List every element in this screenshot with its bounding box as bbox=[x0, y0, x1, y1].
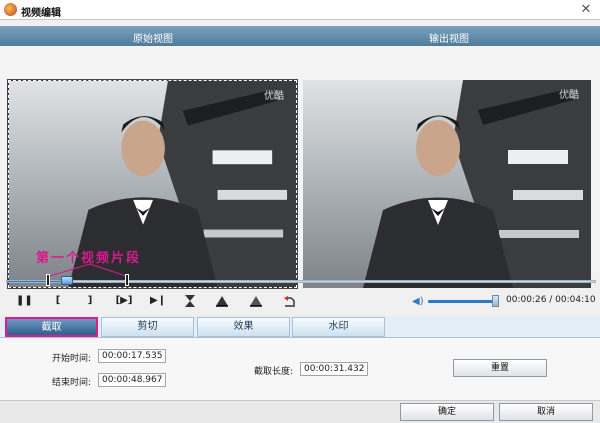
end-time-field[interactable]: 00:00:48.967 bbox=[98, 373, 166, 387]
trim-length-field: 00:00:31.432 bbox=[300, 362, 368, 376]
undo-icon[interactable] bbox=[282, 293, 298, 309]
video-watermark: 优酷 bbox=[559, 90, 579, 101]
timeline-track[interactable] bbox=[6, 280, 596, 283]
right-align-icon[interactable] bbox=[248, 293, 264, 309]
dialog-footer: 确定 取消 bbox=[0, 400, 600, 423]
end-time-label: 结束时间: bbox=[52, 378, 92, 388]
cancel-button[interactable]: 取消 bbox=[499, 403, 593, 421]
start-time-field[interactable]: 00:00:17.535 bbox=[98, 349, 166, 363]
tab-cut[interactable]: 剪切 bbox=[101, 317, 194, 337]
tab-trim[interactable]: 截取 bbox=[5, 317, 98, 337]
title-bar: 视频编辑 ✕ bbox=[0, 0, 600, 20]
segment-end-marker[interactable] bbox=[125, 274, 129, 286]
tab-effects[interactable]: 效果 bbox=[197, 317, 290, 337]
close-button[interactable]: ✕ bbox=[578, 2, 594, 18]
volume-slider-track[interactable] bbox=[428, 300, 498, 303]
original-view-label: 原始视图 bbox=[133, 34, 173, 45]
output-view-label: 输出视图 bbox=[429, 34, 469, 45]
playback-controls: ❚❚ [ ] [▶] ▶❙ ◀) 00:00:26 / 00:04:10 bbox=[0, 290, 600, 312]
video-frame-image bbox=[303, 80, 591, 288]
reset-button[interactable]: 重置 bbox=[453, 359, 547, 377]
ok-button[interactable]: 确定 bbox=[400, 403, 494, 421]
play-segment-button[interactable]: [▶] bbox=[113, 293, 135, 309]
cut-icon[interactable] bbox=[182, 293, 198, 309]
mark-out-button[interactable]: ] bbox=[82, 293, 98, 309]
tab-watermark[interactable]: 水印 bbox=[292, 317, 385, 337]
segment-annotation: 第一个视频片段 bbox=[36, 251, 142, 266]
volume-icon[interactable]: ◀) bbox=[412, 296, 424, 308]
video-watermark: 优酷 bbox=[264, 91, 284, 102]
timeline-progress bbox=[7, 281, 69, 282]
pause-button[interactable]: ❚❚ bbox=[16, 293, 33, 309]
trim-panel: 开始时间: 00:00:17.535 结束时间: 00:00:48.967 截取… bbox=[0, 338, 600, 400]
edit-tabs: 截取 剪切 效果 水印 bbox=[0, 316, 600, 338]
app-logo-icon bbox=[4, 3, 17, 16]
playhead-slider[interactable] bbox=[61, 276, 74, 285]
step-end-button[interactable]: ▶❙ bbox=[148, 293, 168, 309]
trim-length-label: 截取长度: bbox=[254, 367, 294, 377]
segment-start-marker[interactable] bbox=[46, 274, 50, 286]
start-time-label: 开始时间: bbox=[52, 354, 92, 364]
playback-timecode: 00:00:26 / 00:04:10 bbox=[506, 295, 596, 305]
volume-slider-knob[interactable] bbox=[491, 295, 499, 307]
view-header: 原始视图 输出视图 bbox=[0, 26, 600, 46]
preview-area: 优酷 优酷 bbox=[0, 46, 600, 289]
left-align-icon[interactable] bbox=[214, 293, 230, 309]
output-video-preview: 优酷 bbox=[303, 80, 591, 288]
mark-in-button[interactable]: [ bbox=[50, 293, 66, 309]
window-title: 视频编辑 bbox=[21, 8, 61, 19]
